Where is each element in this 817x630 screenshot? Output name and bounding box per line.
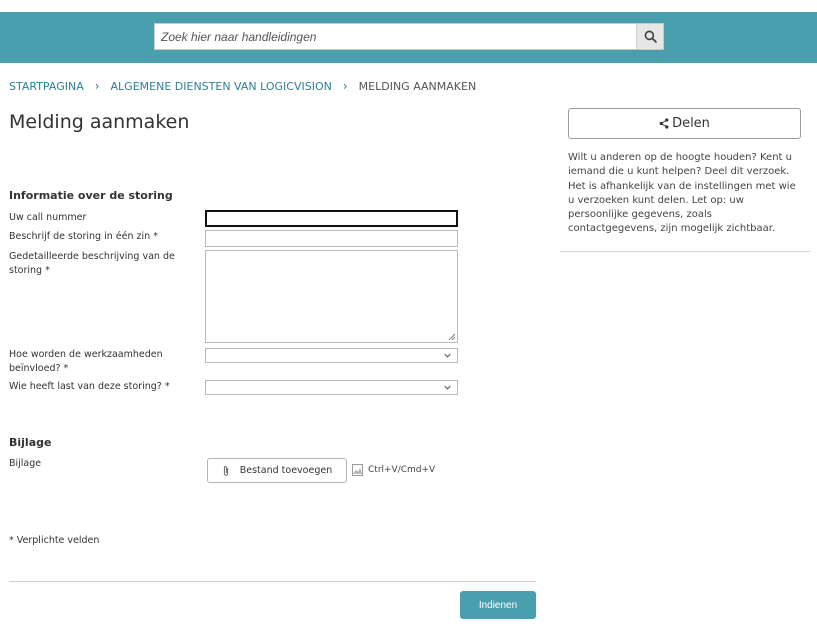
breadcrumb-separator: › [94, 79, 100, 93]
image-icon [352, 464, 363, 476]
affected-label: Wie heeft last van deze storing? * [9, 381, 170, 392]
paste-hint-text: Ctrl+V/Cmd+V [368, 465, 436, 475]
header-bar [0, 12, 817, 63]
summary-label: Beschrijf de storing in één zin * [9, 231, 158, 242]
add-file-button[interactable]: Bestand toevoegen [207, 458, 347, 483]
add-file-label: Bestand toevoegen [239, 465, 333, 476]
breadcrumb-services[interactable]: ALGEMENE DIENSTEN VAN LOGICVISION [111, 80, 332, 93]
resize-grip-icon[interactable] [448, 333, 456, 341]
affected-select[interactable] [205, 380, 458, 395]
breadcrumb-home[interactable]: STARTPAGINA [9, 80, 84, 93]
call-number-input[interactable] [206, 216, 457, 231]
chevron-down-icon [444, 385, 451, 390]
form-divider [9, 581, 536, 582]
description-label: Gedetailleerde beschrijving van de stori… [9, 251, 175, 276]
paste-hint: Ctrl+V/Cmd+V [352, 464, 435, 476]
call-number-field [205, 210, 458, 231]
impact-select[interactable] [205, 348, 458, 363]
search-button[interactable] [636, 24, 663, 49]
share-icon [659, 118, 669, 129]
submit-button[interactable]: Indienen [460, 591, 536, 619]
summary-input[interactable] [206, 236, 457, 251]
attachment-label: Bijlage [9, 458, 42, 469]
share-button[interactable]: Delen [568, 108, 801, 139]
section-title-attachment: Bijlage [9, 436, 52, 449]
summary-field [205, 230, 458, 251]
impact-label: Hoe worden de werkzaamheden beïnvloed? * [9, 349, 163, 374]
breadcrumb-separator: › [342, 79, 348, 93]
description-field [205, 250, 458, 343]
breadcrumb: STARTPAGINA › ALGEMENE DIENSTEN VAN LOGI… [9, 79, 476, 93]
sidebar-divider [560, 251, 810, 252]
breadcrumb-current: MELDING AANMAKEN [358, 79, 477, 93]
required-fields-note: * Verplichte velden [9, 535, 100, 546]
search-icon [644, 30, 657, 43]
description-textarea[interactable] [206, 251, 457, 342]
share-description: Wilt u anderen op de hoogte houden? Kent… [568, 152, 796, 235]
page-title: Melding aanmaken [9, 111, 190, 133]
paperclip-icon [223, 465, 228, 476]
call-number-label: Uw call nummer [9, 212, 87, 223]
share-button-label: Delen [672, 116, 710, 131]
search-box [154, 23, 664, 50]
chevron-down-icon [444, 353, 451, 358]
search-input[interactable] [155, 24, 637, 49]
section-title-info: Informatie over de storing [9, 189, 173, 202]
